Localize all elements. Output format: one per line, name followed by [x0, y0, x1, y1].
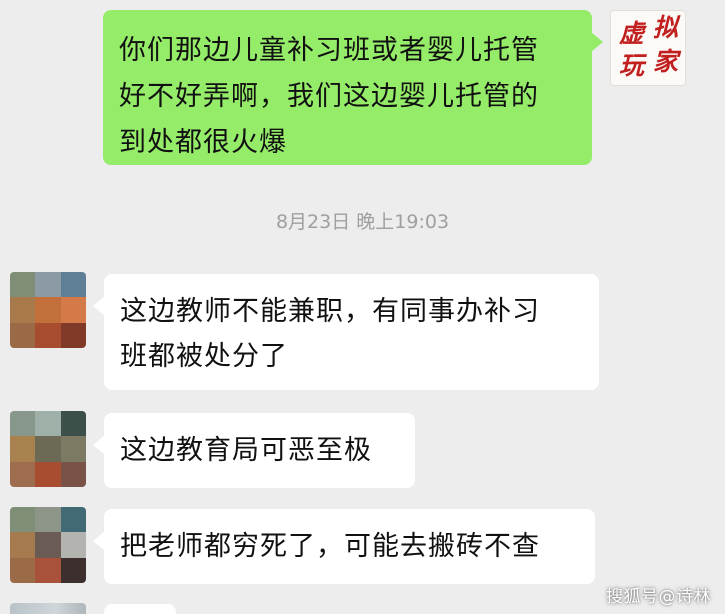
avatar-mosaic-tile [10, 272, 36, 298]
incoming-message-bubble[interactable] [104, 604, 176, 614]
incoming-message-bubble[interactable]: 这边教育局可恶至极 [93, 413, 415, 488]
message-line: 你们那边儿童补习班或者婴儿托管 [119, 35, 539, 66]
avatar-mosaic-tile [60, 436, 86, 462]
contact-avatar[interactable] [10, 411, 86, 487]
avatar-mosaic-tile [60, 461, 86, 487]
message-timestamp: 8月23日 晚上19:03 [275, 211, 450, 233]
avatar-mosaic-tile [35, 507, 61, 533]
message-line: 到处都很火爆 [119, 127, 287, 158]
avatar-mosaic-tile [10, 461, 36, 487]
contact-avatar[interactable] [10, 272, 86, 348]
self-avatar[interactable]: 虚 拟 玩 家 [610, 10, 686, 86]
avatar-mosaic-tile [10, 532, 36, 558]
avatar-mosaic-tile [60, 532, 86, 558]
contact-avatar[interactable] [10, 507, 86, 583]
avatar-mosaic-tile [10, 322, 36, 348]
watermark-text: 搜狐号@诗林 [606, 587, 711, 607]
outgoing-message-bubble[interactable]: 你们那边儿童补习班或者婴儿托管 好不好弄啊，我们这边婴儿托管的 到处都很火爆 [103, 10, 603, 165]
message-line: 班都被处分了 [120, 341, 288, 372]
avatar-mosaic-tile [60, 322, 86, 348]
avatar-mosaic-tile [35, 272, 61, 298]
contact-avatar[interactable] [10, 603, 86, 614]
avatar-mosaic-tile [35, 436, 61, 462]
avatar-logo-char: 虚 [619, 19, 645, 48]
avatar-logo-char: 家 [653, 47, 679, 76]
avatar-mosaic-tile [60, 297, 86, 323]
avatar-mosaic-tile [35, 461, 61, 487]
message-line: 把老师都穷死了，可能去搬砖不查 [120, 531, 540, 562]
chat-conversation: 你们那边儿童补习班或者婴儿托管 好不好弄啊，我们这边婴儿托管的 到处都很火爆 虚… [0, 0, 725, 614]
message-line: 这边教师不能兼职，有同事办补习 [120, 296, 540, 327]
incoming-message-bubble[interactable]: 这边教师不能兼职，有同事办补习 班都被处分了 [93, 274, 599, 390]
avatar-mosaic-tile [60, 507, 86, 533]
avatar-mosaic-tile [35, 557, 61, 583]
avatar-mosaic-tile [10, 507, 36, 533]
avatar-logo-char: 玩 [619, 51, 645, 80]
message-line: 这边教育局可恶至极 [120, 435, 372, 466]
avatar-mosaic-tile [35, 297, 61, 323]
incoming-message-bubble[interactable]: 把老师都穷死了，可能去搬砖不查 [93, 509, 595, 584]
avatar-mosaic-tile [60, 557, 86, 583]
avatar-logo-char: 拟 [653, 13, 679, 42]
avatar-mosaic-tile [35, 532, 61, 558]
avatar-mosaic-tile [35, 322, 61, 348]
avatar-mosaic-tile [10, 557, 36, 583]
message-line: 好不好弄啊，我们这边婴儿托管的 [119, 81, 539, 112]
avatar-mosaic-tile [10, 297, 36, 323]
avatar-mosaic-tile [60, 272, 86, 298]
avatar-mosaic-tile [35, 411, 61, 437]
avatar-mosaic-tile [60, 411, 86, 437]
avatar-mosaic-tile [10, 411, 36, 437]
avatar-mosaic-tile [10, 436, 36, 462]
